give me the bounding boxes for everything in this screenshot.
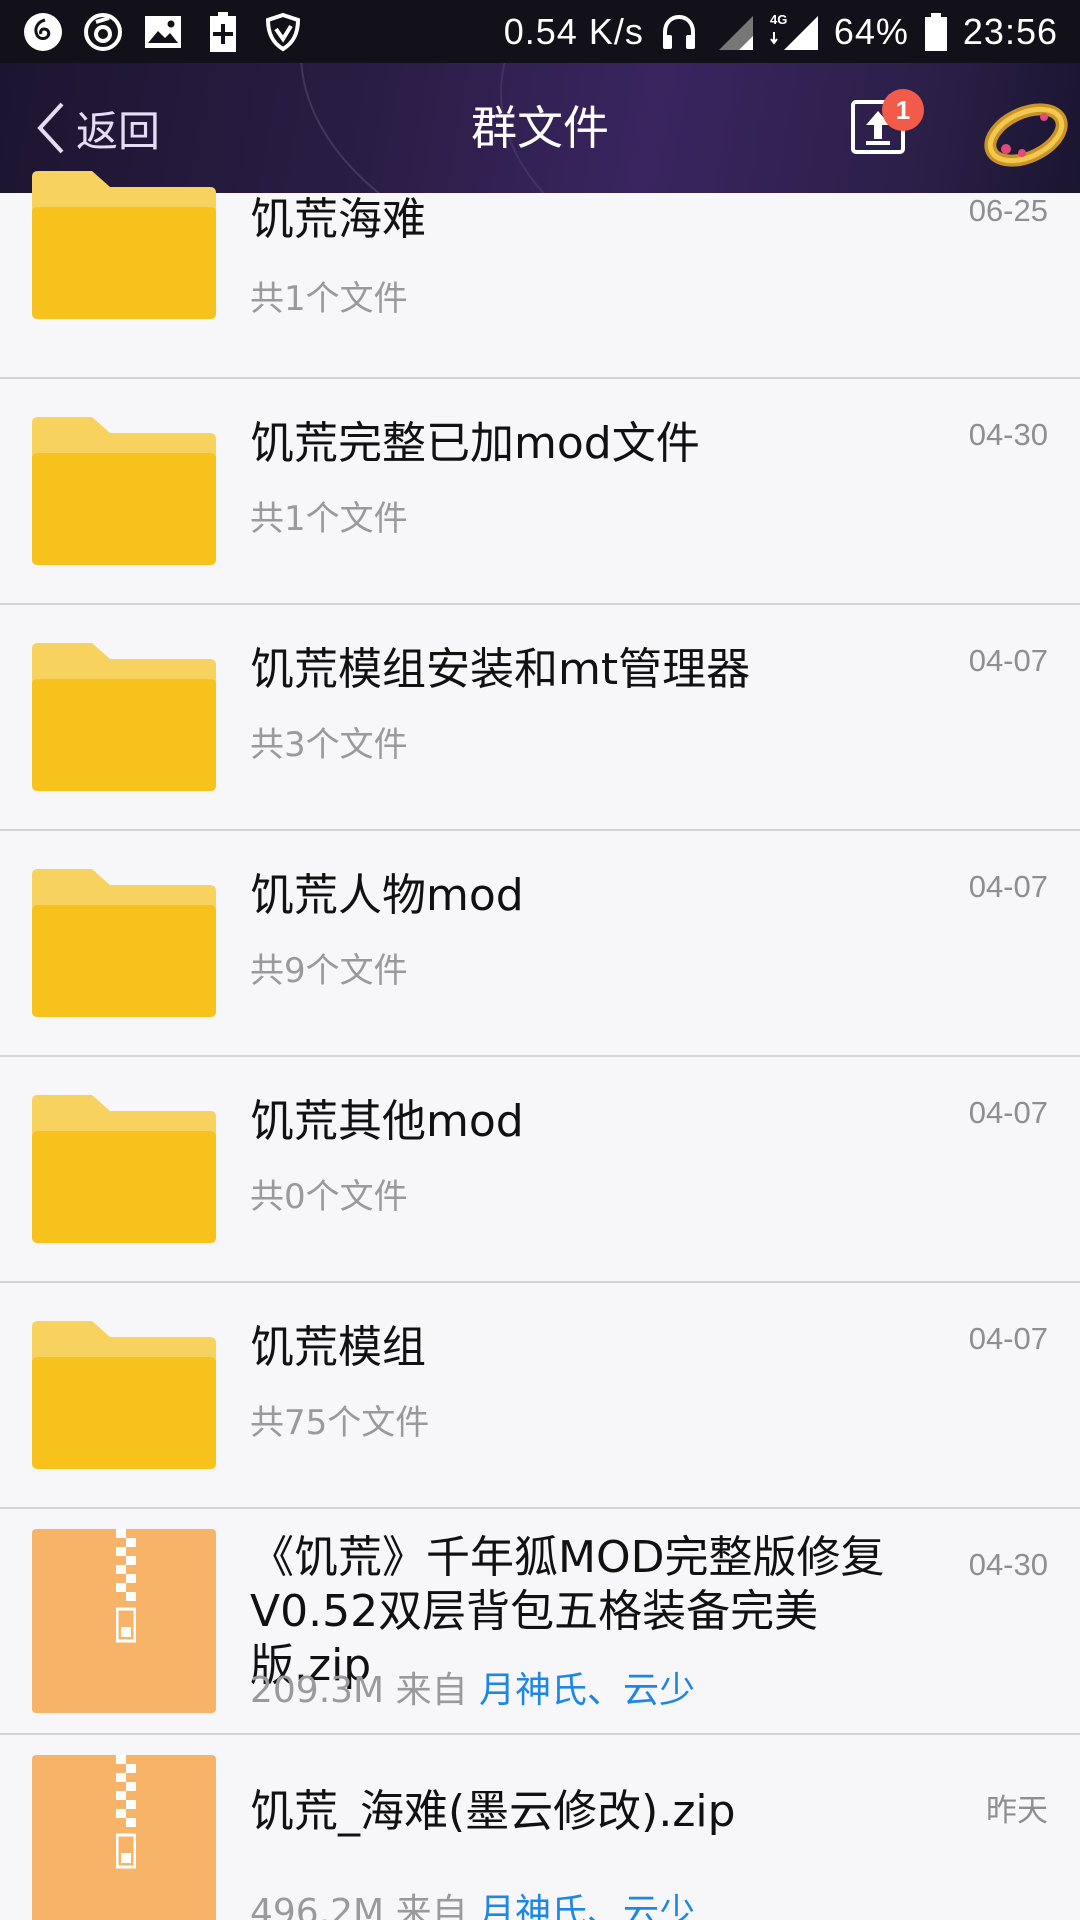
file-name: 饥荒_海难(墨云修改).zip [250, 1786, 736, 1837]
weibo-icon [82, 11, 124, 53]
file-date: 04-07 [968, 643, 1048, 678]
list-item[interactable]: 《饥荒》千年狐MOD完整版修复V0.52双层背包五格装备完美版.zip 209.… [0, 1509, 1080, 1735]
gallery-icon [142, 11, 184, 53]
file-date: 04-07 [968, 1321, 1048, 1356]
netease-music-icon [22, 11, 64, 53]
signal-4g-icon: 4G [770, 11, 820, 53]
file-date: 04-30 [968, 417, 1048, 452]
list-item[interactable]: 饥荒海难 共1个文件 06-25 [0, 171, 1080, 379]
battery-icon [923, 11, 949, 53]
ring-icon [984, 103, 1068, 167]
file-name: 饥荒其他mod [250, 1096, 524, 1147]
file-name: 饥荒模组安装和mt管理器 [250, 644, 751, 695]
zip-file-icon [32, 1755, 216, 1920]
file-list: 饥荒海难 共1个文件 06-25 饥荒完整已加mod文件 共1个文件 04-30… [0, 171, 1080, 1920]
file-meta: 496.2M 来自 月神氏、云少 [250, 1883, 695, 1920]
list-item[interactable]: 饥荒完整已加mod文件 共1个文件 04-30 [0, 379, 1080, 605]
file-date: 04-07 [968, 1095, 1048, 1130]
uploader-link[interactable]: 月神氏、云少 [479, 1670, 695, 1711]
file-date: 昨天 [986, 1793, 1048, 1828]
zipper-icon [116, 1529, 136, 1643]
file-date: 04-07 [968, 869, 1048, 904]
file-size: 209.3M [250, 1670, 385, 1711]
file-meta: 共3个文件 [250, 725, 408, 765]
file-meta: 共1个文件 [250, 279, 408, 319]
clock: 23:56 [962, 10, 1058, 52]
folder-icon [32, 1095, 216, 1247]
network-speed: 0.54 K/s [503, 10, 644, 52]
folder-icon [32, 643, 216, 795]
status-indicators: 0.54 K/s 4G 64% 23:56 [504, 11, 1058, 53]
ring-button[interactable] [984, 93, 1068, 169]
shield-icon [262, 11, 304, 53]
back-label: 返回 [76, 106, 161, 156]
file-meta: 共1个文件 [250, 499, 408, 539]
file-name: 饥荒完整已加mod文件 [250, 418, 700, 469]
battery-saver-icon [202, 11, 244, 53]
headphones-icon [658, 11, 700, 53]
file-size: 496.2M [250, 1892, 385, 1920]
signal-icon [714, 11, 756, 53]
folder-icon [32, 1321, 216, 1473]
from-label: 来自 [395, 1892, 468, 1920]
file-date: 04-30 [968, 1547, 1048, 1582]
file-meta: 共75个文件 [250, 1403, 430, 1443]
list-item[interactable]: 饥荒_海难(墨云修改).zip 496.2M 来自 月神氏、云少 昨天 [0, 1735, 1080, 1920]
zip-file-icon [32, 1529, 216, 1713]
folder-icon [32, 171, 216, 323]
list-item[interactable]: 饥荒模组 共75个文件 04-07 [0, 1283, 1080, 1509]
file-meta: 209.3M 来自 月神氏、云少 [250, 1661, 695, 1713]
list-item[interactable]: 饥荒人物mod 共9个文件 04-07 [0, 831, 1080, 1057]
from-label: 来自 [395, 1670, 468, 1711]
uploader-link[interactable]: 月神氏、云少 [479, 1892, 695, 1920]
file-name: 饥荒海难 [250, 194, 426, 245]
svg-text:4G: 4G [770, 12, 787, 27]
folder-icon [32, 869, 216, 1021]
file-meta: 共9个文件 [250, 951, 408, 991]
file-name: 饥荒人物mod [250, 870, 524, 921]
battery-percent: 64% [833, 10, 909, 52]
file-name: 饥荒模组 [250, 1322, 426, 1373]
zipper-icon [116, 1755, 136, 1869]
file-meta: 共0个文件 [250, 1177, 408, 1217]
notification-icons [22, 11, 304, 53]
status-bar: 0.54 K/s 4G 64% 23:56 [0, 0, 1080, 63]
file-date: 06-25 [968, 193, 1048, 228]
list-item[interactable]: 饥荒模组安装和mt管理器 共3个文件 04-07 [0, 605, 1080, 831]
upload-badge: 1 [882, 89, 924, 131]
list-item[interactable]: 饥荒其他mod 共0个文件 04-07 [0, 1057, 1080, 1283]
folder-icon [32, 417, 216, 569]
back-button[interactable]: 返回 [34, 93, 160, 163]
chevron-left-icon [37, 102, 64, 154]
